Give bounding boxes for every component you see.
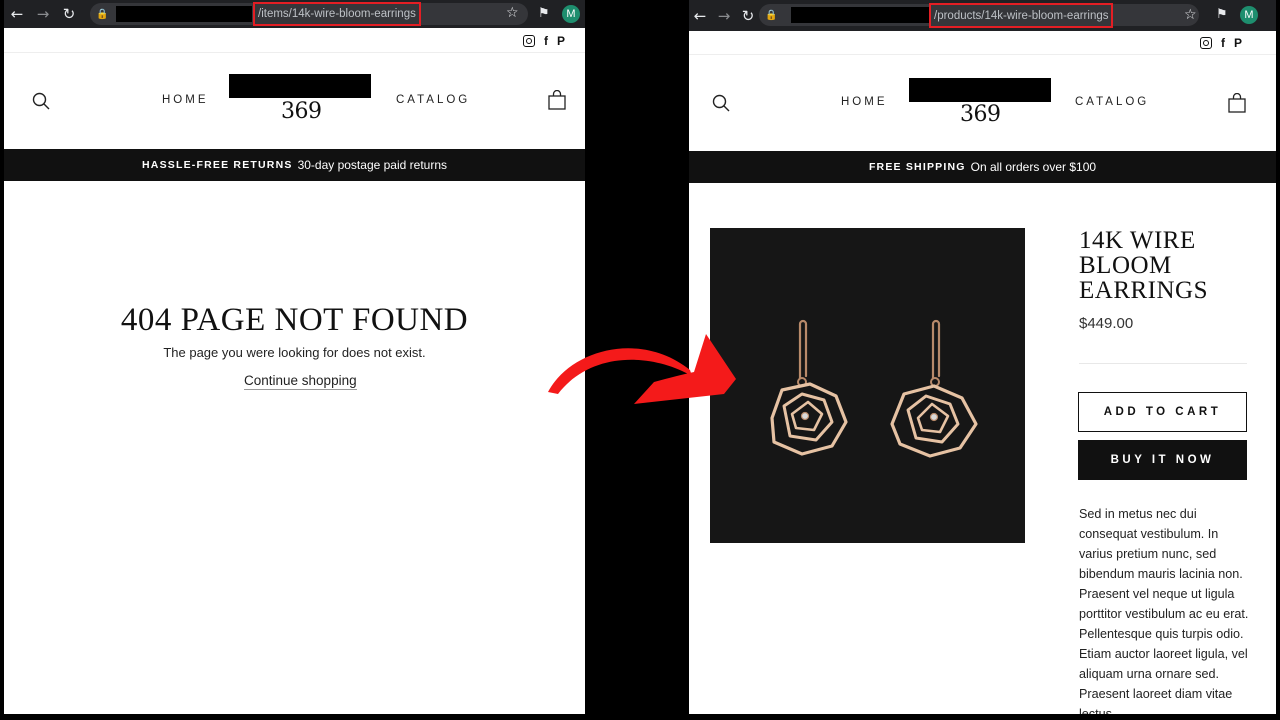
extensions-puzzle-icon[interactable]: ⚑ <box>1216 7 1228 22</box>
pinterest-icon[interactable]: P <box>557 34 565 48</box>
bookmark-star-icon[interactable]: ☆ <box>506 5 519 21</box>
announcement-banner: HASSLE-FREE RETURNS 30-day postage paid … <box>4 149 585 181</box>
divider <box>1079 363 1247 364</box>
forward-button[interactable]: → <box>32 3 54 25</box>
url-path-highlight: /products/14k-wire-bloom-earrings <box>929 3 1114 28</box>
banner-text: On all orders over $100 <box>970 160 1097 174</box>
site-header: HOME 369 CATALOG <box>689 55 1276 151</box>
lock-icon: 🔒 <box>96 8 109 20</box>
redacted-logo[interactable] <box>229 74 371 98</box>
instagram-icon[interactable] <box>522 35 535 47</box>
not-found-message: The page you were looking for does not e… <box>163 345 426 360</box>
right-earring <box>890 319 978 458</box>
banner-bold: HASSLE-FREE RETURNS <box>142 159 293 171</box>
left-browser-window: ← → ↻ 🔒 /items/14k-wire-bloom-earrings ☆… <box>4 0 585 714</box>
buy-it-now-button[interactable]: BUY IT NOW <box>1078 440 1247 480</box>
nav-catalog[interactable]: CATALOG <box>1075 96 1149 108</box>
profile-avatar[interactable]: M <box>1240 6 1258 24</box>
continue-shopping-link[interactable]: Continue shopping <box>244 373 357 390</box>
product-title: 14K WIRE BLOOM EARRINGS <box>1079 227 1209 304</box>
page-title: 404 PAGE NOT FOUND <box>120 302 469 338</box>
cart-bag-icon[interactable] <box>548 90 566 110</box>
logo-number[interactable]: 369 <box>281 99 322 124</box>
back-button[interactable]: ← <box>6 3 28 25</box>
pinterest-icon[interactable]: P <box>1234 36 1242 50</box>
search-icon[interactable] <box>32 92 50 110</box>
forward-button[interactable]: → <box>713 5 735 27</box>
bookmark-star-icon[interactable]: ☆ <box>1184 7 1197 23</box>
product-image[interactable] <box>710 228 1025 543</box>
nav-home[interactable]: HOME <box>841 96 888 108</box>
nav-catalog[interactable]: CATALOG <box>396 94 470 106</box>
search-icon[interactable] <box>712 94 730 112</box>
reload-button[interactable]: ↻ <box>58 3 80 25</box>
facebook-icon[interactable]: f <box>1221 36 1225 50</box>
product-price: $449.00 <box>1079 315 1134 332</box>
back-button[interactable]: ← <box>689 5 711 27</box>
extensions-puzzle-icon[interactable]: ⚑ <box>538 6 550 21</box>
announcement-banner: FREE SHIPPING On all orders over $100 <box>689 151 1276 183</box>
banner-bold: FREE SHIPPING <box>868 161 966 173</box>
url-path-highlight: /items/14k-wire-bloom-earrings <box>253 2 421 26</box>
facebook-icon[interactable]: f <box>544 34 548 48</box>
social-links: f P <box>522 34 565 48</box>
logo-number[interactable]: 369 <box>960 102 1001 127</box>
site-header: HOME 369 CATALOG <box>4 53 585 149</box>
product-description: Sed in metus nec dui consequat vestibulu… <box>1079 507 1249 714</box>
banner-text: 30-day postage paid returns <box>297 158 447 172</box>
earrings-image <box>770 319 978 458</box>
redacted-logo[interactable] <box>909 78 1051 102</box>
reload-button[interactable]: ↻ <box>737 5 759 27</box>
redacted-domain <box>791 7 929 23</box>
right-browser-window: ← → ↻ 🔒 /products/14k-wire-bloom-earring… <box>689 0 1276 714</box>
social-links: f P <box>1199 36 1242 50</box>
lock-icon: 🔒 <box>765 9 778 21</box>
profile-avatar[interactable]: M <box>562 5 580 23</box>
instagram-icon[interactable] <box>1199 37 1212 49</box>
browser-toolbar: ← → ↻ 🔒 /products/14k-wire-bloom-earring… <box>689 0 1276 31</box>
cart-bag-icon[interactable] <box>1228 93 1246 113</box>
red-arrow-icon <box>548 334 736 404</box>
nav-home[interactable]: HOME <box>162 94 209 106</box>
left-earring <box>770 319 848 456</box>
browser-toolbar: ← → ↻ 🔒 /items/14k-wire-bloom-earrings ☆… <box>4 0 585 28</box>
redacted-domain <box>116 6 252 22</box>
add-to-cart-button[interactable]: ADD TO CART <box>1078 392 1247 432</box>
